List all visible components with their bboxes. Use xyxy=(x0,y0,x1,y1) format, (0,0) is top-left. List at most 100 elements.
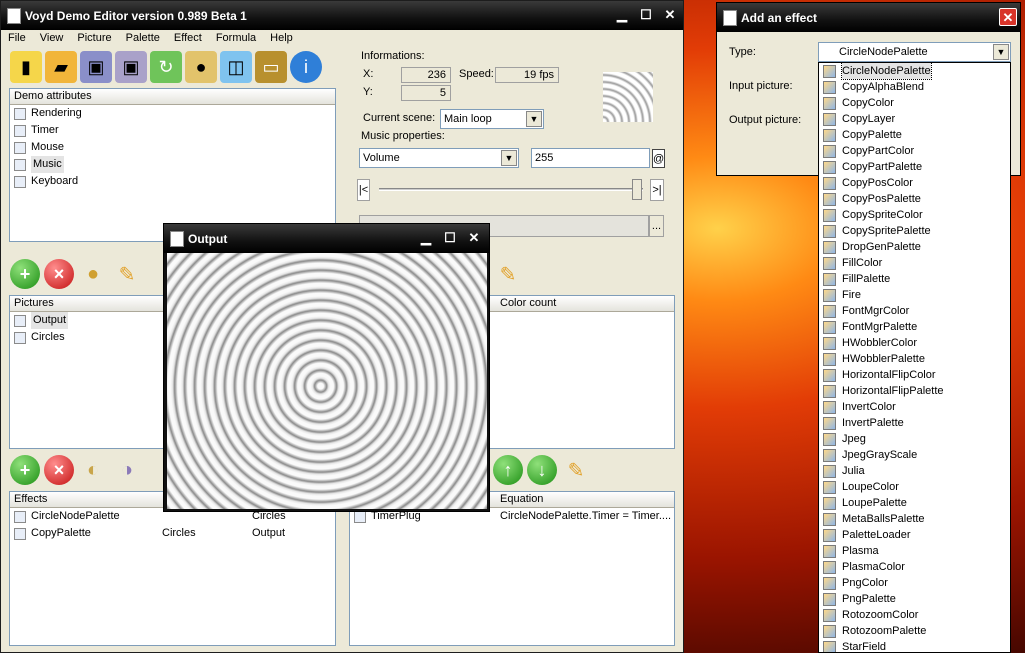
chevron-down-icon[interactable]: ▼ xyxy=(993,44,1009,60)
menu-effect[interactable]: Effect xyxy=(167,30,209,47)
music-start-button[interactable]: |< xyxy=(357,179,370,201)
dropdown-option[interactable]: Fire xyxy=(819,287,1010,303)
pencil-icon[interactable]: ✎ xyxy=(112,259,142,289)
save-icon[interactable]: ▣ xyxy=(80,51,112,83)
output-picture-label: Output picture: xyxy=(729,114,802,126)
table-row[interactable]: CopyPalette Circles Output xyxy=(10,525,335,542)
chevron-down-icon[interactable]: ▼ xyxy=(526,111,542,127)
output-titlebar[interactable]: Output ▁ ☐ ✕ xyxy=(164,224,489,253)
dropdown-option[interactable]: HorizontalFlipColor xyxy=(819,367,1010,383)
dropdown-option[interactable]: HWobblerColor xyxy=(819,335,1010,351)
close-icon[interactable]: ✕ xyxy=(661,6,679,24)
list-item-selected[interactable]: Music xyxy=(10,156,335,173)
dropdown-option[interactable]: CopyPosColor xyxy=(819,175,1010,191)
dropdown-option[interactable]: FontMgrColor xyxy=(819,303,1010,319)
dropdown-option[interactable]: Plasma xyxy=(819,543,1010,559)
list-item[interactable]: Mouse xyxy=(10,139,335,156)
maximize-icon[interactable]: ☐ xyxy=(637,6,655,24)
effect-copy-icon[interactable]: ◑ xyxy=(112,455,142,485)
maximize-icon[interactable]: ☐ xyxy=(441,229,459,247)
music-value-input[interactable]: 255 xyxy=(531,148,650,168)
dropdown-option[interactable]: JpegGrayScale xyxy=(819,447,1010,463)
palette-icon[interactable]: ● xyxy=(185,51,217,83)
open-icon[interactable]: ▰ xyxy=(45,51,77,83)
close-icon[interactable]: ✕ xyxy=(999,8,1017,26)
menu-view[interactable]: View xyxy=(33,30,71,47)
list-item[interactable]: Rendering xyxy=(10,105,335,122)
music-browse-button[interactable]: ... xyxy=(649,215,664,237)
add-picture-button[interactable]: + xyxy=(10,259,40,289)
dropdown-option[interactable]: LoupeColor xyxy=(819,479,1010,495)
dropdown-option[interactable]: PaletteLoader xyxy=(819,527,1010,543)
music-at-button[interactable]: @ xyxy=(652,149,665,168)
dropdown-option[interactable]: CopyPartColor xyxy=(819,143,1010,159)
dropdown-option[interactable]: HWobblerPalette xyxy=(819,351,1010,367)
music-slider-thumb[interactable] xyxy=(632,179,642,200)
menu-picture[interactable]: Picture xyxy=(70,30,118,47)
dropdown-option[interactable]: DropGenPalette xyxy=(819,239,1010,255)
picture-icon[interactable]: ▭ xyxy=(255,51,287,83)
minimize-icon[interactable]: ▁ xyxy=(417,229,435,247)
dropdown-option[interactable]: CopyAlphaBlend xyxy=(819,79,1010,95)
info-icon[interactable]: i xyxy=(290,51,322,83)
move-up-button[interactable]: ↑ xyxy=(493,455,523,485)
palette-icon[interactable]: ● xyxy=(78,259,108,289)
dropdown-option[interactable]: FontMgrPalette xyxy=(819,319,1010,335)
dropdown-option[interactable]: CopyPosPalette xyxy=(819,191,1010,207)
dropdown-option[interactable]: PlasmaColor xyxy=(819,559,1010,575)
music-slider-track[interactable] xyxy=(379,188,643,191)
pencil-icon[interactable]: ✎ xyxy=(493,259,523,289)
effect-type-icon xyxy=(823,480,836,494)
dropdown-option[interactable]: MetaBallsPalette xyxy=(819,511,1010,527)
dropdown-option[interactable]: CopyPalette xyxy=(819,127,1010,143)
dropdown-option[interactable]: InvertColor xyxy=(819,399,1010,415)
dropdown-option[interactable]: Julia xyxy=(819,463,1010,479)
add-effect-titlebar[interactable]: Add an effect ✕ xyxy=(717,3,1020,32)
dropdown-option[interactable]: StarField xyxy=(819,639,1010,652)
dropdown-option[interactable]: RotozoomPalette xyxy=(819,623,1010,639)
refresh-icon[interactable]: ↻ xyxy=(150,51,182,83)
move-down-button[interactable]: ↓ xyxy=(527,455,557,485)
list-item[interactable]: Timer xyxy=(10,122,335,139)
dropdown-option[interactable]: PngPalette xyxy=(819,591,1010,607)
minimize-icon[interactable]: ▁ xyxy=(613,6,631,24)
window-icon[interactable]: ◫ xyxy=(220,51,252,83)
dropdown-option[interactable]: HorizontalFlipPalette xyxy=(819,383,1010,399)
dropdown-option[interactable]: FillColor xyxy=(819,255,1010,271)
remove-picture-button[interactable]: × xyxy=(44,259,74,289)
dropdown-option[interactable]: InvertPalette xyxy=(819,415,1010,431)
dropdown-option[interactable]: RotozoomColor xyxy=(819,607,1010,623)
main-titlebar[interactable]: Voyd Demo Editor version 0.989 Beta 1 ▁ … xyxy=(1,1,683,30)
list-item[interactable]: Keyboard xyxy=(10,173,335,190)
dropdown-option[interactable]: CopyPartPalette xyxy=(819,159,1010,175)
new-icon[interactable]: ▮ xyxy=(10,51,42,83)
close-icon[interactable]: ✕ xyxy=(465,229,483,247)
music-end-button[interactable]: >| xyxy=(650,179,664,201)
demo-attributes-header[interactable]: Demo attributes xyxy=(10,89,335,105)
dropdown-option[interactable]: CopyLayer xyxy=(819,111,1010,127)
pencil-icon[interactable]: ✎ xyxy=(561,455,591,485)
music-property-select[interactable]: Volume ▼ xyxy=(359,148,519,168)
dropdown-option[interactable]: CircleNodePalette xyxy=(819,63,1010,80)
dropdown-option[interactable]: CopyColor xyxy=(819,95,1010,111)
dropdown-option[interactable]: FillPalette xyxy=(819,271,1010,287)
equation-header[interactable]: Equation xyxy=(500,492,543,507)
dropdown-option[interactable]: CopySpritePalette xyxy=(819,223,1010,239)
speed-label: Speed: xyxy=(459,68,494,80)
menu-file[interactable]: File xyxy=(1,30,33,47)
remove-effect-button[interactable]: × xyxy=(44,455,74,485)
dropdown-option[interactable]: CopySpriteColor xyxy=(819,207,1010,223)
chevron-down-icon[interactable]: ▼ xyxy=(501,150,517,166)
scene-select[interactable]: Main loop ▼ xyxy=(440,109,544,129)
save-as-icon[interactable]: ▣ xyxy=(115,51,147,83)
effect-move-icon[interactable]: ◐ xyxy=(78,455,108,485)
effect-type-select[interactable]: CircleNodePalette ▼ xyxy=(818,42,1011,62)
menu-palette[interactable]: Palette xyxy=(119,30,167,47)
add-effect-button[interactable]: + xyxy=(10,455,40,485)
dropdown-option[interactable]: LoupePalette xyxy=(819,495,1010,511)
dropdown-option[interactable]: Jpeg xyxy=(819,431,1010,447)
color-count-header[interactable]: Color count xyxy=(500,296,556,311)
dropdown-option[interactable]: PngColor xyxy=(819,575,1010,591)
menu-formula[interactable]: Formula xyxy=(209,30,263,47)
menu-help[interactable]: Help xyxy=(263,30,300,47)
